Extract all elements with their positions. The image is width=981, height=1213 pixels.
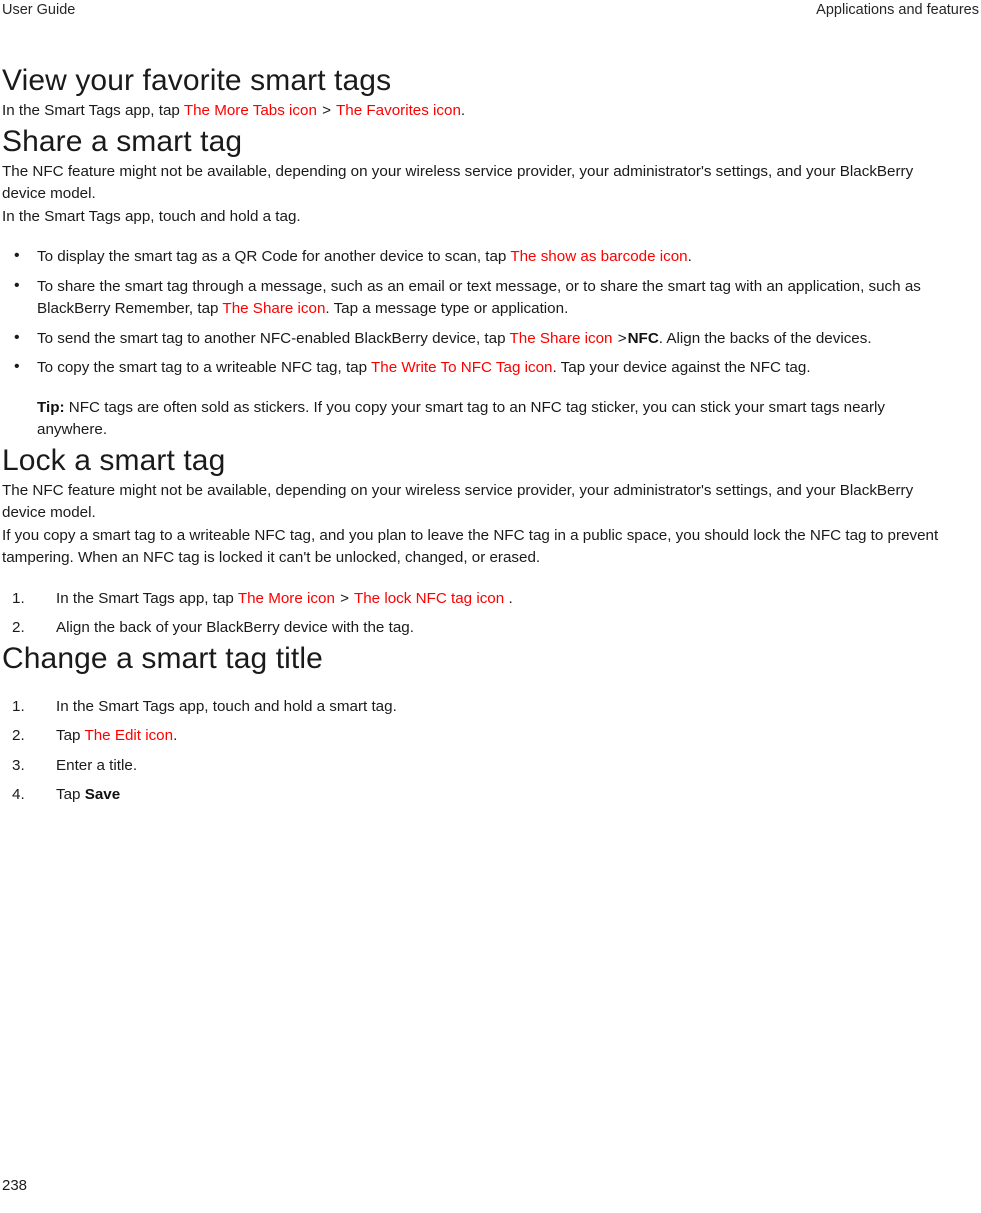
more-tabs-icon-reference: The More Tabs icon [183, 102, 317, 119]
edit-icon-reference: The Edit icon [84, 727, 174, 744]
list-item: In the Smart Tags app, touch and hold a … [2, 696, 952, 719]
paragraph-lock-explanation: If you copy a smart tag to a writeable N… [2, 526, 939, 567]
paragraph-share-nfc-availability: The NFC feature might not be available, … [2, 162, 914, 203]
page-number: 238 [2, 1177, 28, 1194]
paragraph-lock-nfc-availability: The NFC feature might not be available, … [2, 481, 914, 522]
list-item: To send the smart tag to another NFC-ena… [2, 327, 952, 351]
running-header: User Guide Applications and features [0, 0, 981, 28]
lock-steps-list: In the Smart Tags app, tap The More icon… [2, 588, 952, 640]
breadcrumb-separator-icon: > [340, 589, 349, 607]
text-run: To send the smart tag to another NFC-ena… [37, 329, 510, 347]
list-item: Align the back of your BlackBerry device… [2, 617, 952, 640]
tip-callout: Tip: NFC tags are often sold as stickers… [2, 397, 952, 442]
text-run: To copy the smart tag to a writeable NFC… [37, 359, 372, 376]
text-run: . Tap your device against the NFC tag. [552, 359, 811, 376]
text-run: Enter a title. [56, 756, 138, 774]
heading-lock-a-smart-tag: Lock a smart tag [2, 443, 226, 477]
paragraph-view-favorites: In the Smart Tags app, tap The More Tabs… [2, 100, 952, 123]
text-run: . [687, 248, 692, 265]
list-item: In the Smart Tags app, tap The More icon… [2, 588, 952, 611]
save-button-term: Save [84, 786, 121, 803]
text-run: . Tap a message type or application. [325, 300, 569, 317]
write-to-nfc-tag-icon-reference: The Write To NFC Tag icon [371, 359, 553, 376]
tip-text: NFC tags are often sold as stickers. If … [37, 398, 886, 439]
tip-label: Tip: [37, 398, 65, 416]
list-item: To display the smart tag as a QR Code fo… [2, 245, 952, 269]
text-run: In the Smart Tags app, tap [56, 589, 238, 607]
list-item: To copy the smart tag to a writeable NFC… [2, 356, 952, 380]
share-icon-reference: The Share icon [509, 329, 613, 347]
favorites-icon-reference: The Favorites icon [335, 102, 461, 119]
paragraph-share-lead-in: In the Smart Tags app, touch and hold a … [2, 207, 301, 225]
text-run: In the Smart Tags app, tap [2, 102, 184, 119]
more-icon-reference: The More icon [237, 589, 335, 607]
share-bullet-list: To display the smart tag as a QR Code fo… [2, 245, 952, 380]
breadcrumb-separator-icon: > [322, 102, 332, 119]
show-as-barcode-icon-reference: The show as barcode icon [510, 248, 688, 265]
text-run: . [508, 589, 513, 607]
list-item: Enter a title. [2, 755, 952, 778]
change-title-steps-list: In the Smart Tags app, touch and hold a … [2, 696, 952, 807]
text-run: . [173, 727, 178, 744]
text-run: Align the back of your BlackBerry device… [56, 619, 414, 636]
lock-nfc-tag-icon-reference: The lock NFC tag icon [353, 589, 505, 607]
text-run: . [460, 102, 466, 119]
header-left-title: User Guide [2, 2, 76, 18]
document-page: User Guide Applications and features Vie… [0, 0, 981, 1213]
text-run: In the Smart Tags app, touch and hold a … [56, 697, 397, 715]
heading-change-a-smart-tag-title: Change a smart tag title [2, 641, 323, 675]
text-run: . Align the backs of the devices. [658, 329, 872, 347]
nfc-menu-term: NFC [627, 329, 659, 347]
list-item: To share the smart tag through a message… [2, 275, 952, 321]
document-content: View your favorite smart tags In the Sma… [2, 62, 952, 807]
heading-share-a-smart-tag: Share a smart tag [2, 124, 243, 158]
breadcrumb-separator-icon: > [617, 329, 627, 347]
share-icon-reference: The Share icon [222, 300, 326, 317]
text-run: Tap [56, 786, 85, 803]
list-item: Tap Save [2, 784, 952, 807]
header-right-chapter: Applications and features [816, 2, 979, 18]
text-run: To display the smart tag as a QR Code fo… [37, 248, 511, 265]
heading-view-favorite-smart-tags: View your favorite smart tags [2, 64, 392, 97]
text-run: Tap [56, 727, 85, 744]
page-footer: 238 [2, 1176, 952, 1196]
list-item: Tap The Edit icon. [2, 725, 952, 748]
